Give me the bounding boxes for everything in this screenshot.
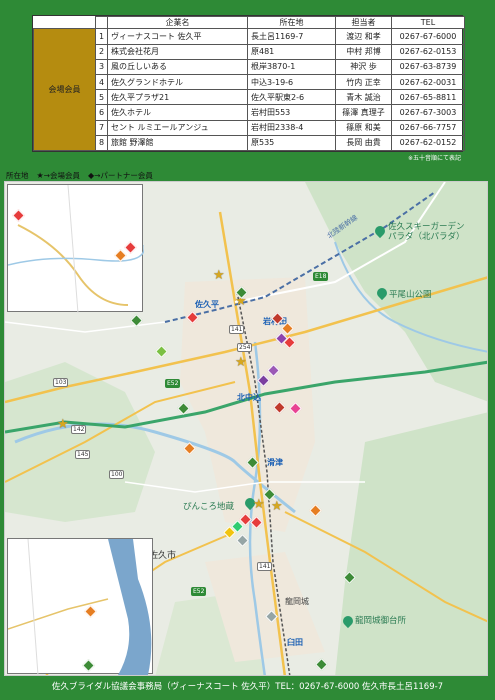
legend-member-label: →会場会員 (43, 171, 80, 180)
member-star-icon[interactable]: ★ (271, 500, 283, 513)
kitanakagomi-station-label: 北中込 (237, 393, 261, 402)
table-row: 2 株式会社花月 原481 中村 邦博 0267-62-0153 (34, 43, 465, 60)
company-name: 株式会社花月 (107, 43, 248, 60)
route-shield: E18 (313, 272, 329, 281)
footer-contact: 佐久ブライダル協議会事務局（ヴィーナスコート 佐久平）TEL：0267-67-6… (51, 682, 444, 692)
takiharu-station-label: 滑津 (267, 458, 283, 467)
legend-partner: ◆→パートナー会員 (88, 170, 153, 181)
route-shield: E52 (165, 379, 181, 388)
route-shield: 145 (75, 450, 91, 459)
company-name: 佐久グランドホテル (107, 73, 248, 91)
header-spacer (33, 16, 96, 29)
route-shield: 142 (71, 425, 87, 434)
hirao-park-label: 平尾山公園 (389, 290, 432, 300)
company-tel: 0267-65-8811 (391, 89, 465, 106)
header-no (95, 15, 108, 30)
member-star-icon[interactable]: ★ (235, 356, 247, 369)
company-address: 原481 (247, 43, 336, 60)
table-row: 7 セント ルミエールアンジュ 岩村田2338-4 篠原 和美 0267-66-7757 (34, 119, 465, 136)
table-header-row: 企業名 所在地 担当者 TEL (33, 15, 465, 30)
inset-map-north-base (7, 184, 145, 314)
company-address: 原535 (247, 134, 336, 152)
table-row: 8 旅館 野澤館 原535 長岡 由貴 0267-62-0152 (34, 134, 465, 152)
company-rep: 渡辺 和孝 (335, 28, 392, 45)
order-note: ※五十音順にて表記 (407, 155, 461, 162)
company-name: 風の丘しいある (107, 58, 248, 75)
table-row: 4 佐久グランドホテル 中込3-19-6 竹内 正幸 0267-62-0031 (34, 73, 465, 91)
company-name: セント ルミエールアンジュ (107, 119, 248, 136)
legend-member: ★→会場会員 (37, 170, 80, 181)
company-tel: 0267-62-0153 (391, 43, 465, 60)
row-number: 3 (95, 58, 108, 75)
inset-map-south (7, 538, 153, 675)
header-tel: TEL (391, 15, 465, 30)
company-address: 長土呂1169-7 (247, 28, 336, 45)
company-address: 中込3-19-6 (247, 73, 336, 91)
row-number: 2 (95, 43, 108, 60)
member-star-icon[interactable]: ★ (57, 418, 69, 431)
route-shield: E52 (191, 587, 207, 596)
map-legend: 所在地 ★→会場会員 ◆→パートナー会員 (6, 170, 153, 181)
member-star-icon[interactable]: ★ (253, 498, 265, 511)
pinkoro-label: ぴんころ地蔵 (183, 502, 235, 512)
sakudaira-station-label: 佐久平 (195, 300, 219, 309)
member-table-grid: 企業名 所在地 担当者 TEL 会場会員 1 ヴィーナスコート 佐久平 長土呂1169… (33, 15, 465, 152)
row-number: 1 (95, 28, 108, 45)
table-row: 5 佐久平プラザ21 佐久平駅東2-6 青木 誠治 0267-65-8811 (34, 89, 465, 106)
company-tel: 0267-67-6000 (391, 28, 465, 45)
member-table: 企業名 所在地 担当者 TEL 会場会員 1 ヴィーナスコート 佐久平 長土呂1169… (32, 15, 465, 152)
inset-map-south-base (7, 538, 152, 675)
company-tel: 0267-67-3003 (391, 104, 465, 121)
company-name: 佐久平プラザ21 (107, 89, 248, 106)
company-rep: 長岡 由貴 (335, 134, 392, 152)
company-rep: 篠澤 真理子 (335, 104, 392, 121)
area-map: 佐久スキーガーデン パラダ（北パラダ） 平尾山公園 佐久平 岩村田 北中込 滑津… (4, 181, 488, 676)
ski-resort-label: 佐久スキーガーデン パラダ（北パラダ） (388, 222, 465, 242)
member-star-icon[interactable]: ★ (213, 269, 225, 282)
tatsuoka-label: 龍岡城 (285, 597, 309, 606)
company-tel: 0267-62-0152 (391, 134, 465, 152)
company-rep: 中村 邦博 (335, 43, 392, 60)
route-shield: 141 (229, 325, 245, 334)
star-icon: ★ (36, 171, 44, 180)
route-shield: 100 (109, 470, 125, 479)
table-row: 3 風の丘しいある 根岸3870-1 神沢 歩 0267-63-8739 (34, 58, 465, 75)
company-address: 佐久平駅東2-6 (247, 89, 336, 106)
company-tel: 0267-62-0031 (391, 73, 465, 91)
company-name: ヴィーナスコート 佐久平 (107, 28, 248, 45)
row-number: 8 (95, 134, 108, 152)
company-rep: 青木 誠治 (335, 89, 392, 106)
company-address: 岩村田2338-4 (247, 119, 336, 136)
company-rep: 竹内 正幸 (335, 73, 392, 91)
company-address: 岩村田553 (247, 104, 336, 121)
company-address: 根岸3870-1 (247, 58, 336, 75)
header-company: 企業名 (107, 15, 248, 30)
row-number: 5 (95, 89, 108, 106)
table-row: 6 佐久ホテル 岩村田553 篠澤 真理子 0267-67-3003 (34, 104, 465, 121)
company-tel: 0267-66-7757 (391, 119, 465, 136)
legend-prefix: 所在地 (6, 171, 29, 180)
goryokaku-label: 龍岡城御台所 (355, 616, 407, 626)
company-rep: 神沢 歩 (335, 58, 392, 75)
company-rep: 篠原 和美 (335, 119, 392, 136)
row-number: 4 (95, 73, 108, 91)
route-shield: 103 (53, 378, 69, 387)
category-cell: 会場会員 (33, 28, 96, 151)
usuda-station-label: 臼田 (287, 638, 303, 647)
company-name: 佐久ホテル (107, 104, 248, 121)
row-number: 6 (95, 104, 108, 121)
inset-map-north (7, 184, 145, 314)
header-rep: 担当者 (335, 15, 392, 30)
route-shield: 141 (257, 562, 273, 571)
header-address: 所在地 (247, 15, 336, 30)
company-name: 旅館 野澤館 (107, 134, 248, 152)
table-row: 会場会員 1 ヴィーナスコート 佐久平 長土呂1169-7 渡辺 和孝 0267-67-6… (33, 28, 465, 151)
route-shield: 254 (237, 343, 253, 352)
legend-partner-label: →パートナー会員 (94, 171, 153, 180)
company-tel: 0267-63-8739 (391, 58, 465, 75)
row-number: 7 (95, 119, 108, 136)
